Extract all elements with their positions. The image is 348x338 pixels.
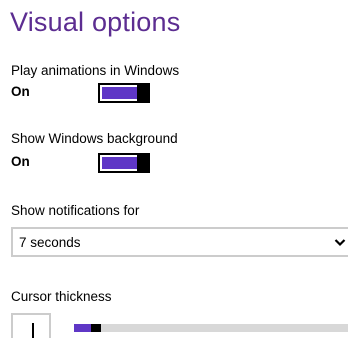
cursor-thickness-slider-thumb[interactable] [91,324,101,332]
cursor-thickness-slider-fill [74,324,91,332]
animations-toggle-thumb[interactable] [137,83,149,103]
cursor-thickness-slider-track [74,324,348,332]
cursor-thickness-label: Cursor thickness [11,289,112,304]
cursor-thickness-slider[interactable] [74,318,348,338]
page-title: Visual options [10,7,181,37]
background-toggle-fill [102,157,138,169]
cursor-thickness-preview [11,313,51,338]
notifications-duration-value: 7 seconds [19,235,81,250]
visual-options-panel: Visual options Play animations in Window… [0,0,348,338]
background-toggle[interactable] [98,153,150,173]
background-label: Show Windows background [11,131,178,146]
animations-toggle-fill [102,87,138,99]
text-cursor-icon [32,323,34,338]
notifications-duration-select[interactable]: 7 seconds [11,227,348,257]
background-toggle-thumb[interactable] [137,153,149,173]
animations-label: Play animations in Windows [11,63,180,78]
animations-state: On [11,84,30,99]
chevron-down-icon [334,239,346,247]
background-state: On [11,154,30,169]
notifications-label: Show notifications for [11,203,140,218]
animations-toggle[interactable] [98,83,150,103]
